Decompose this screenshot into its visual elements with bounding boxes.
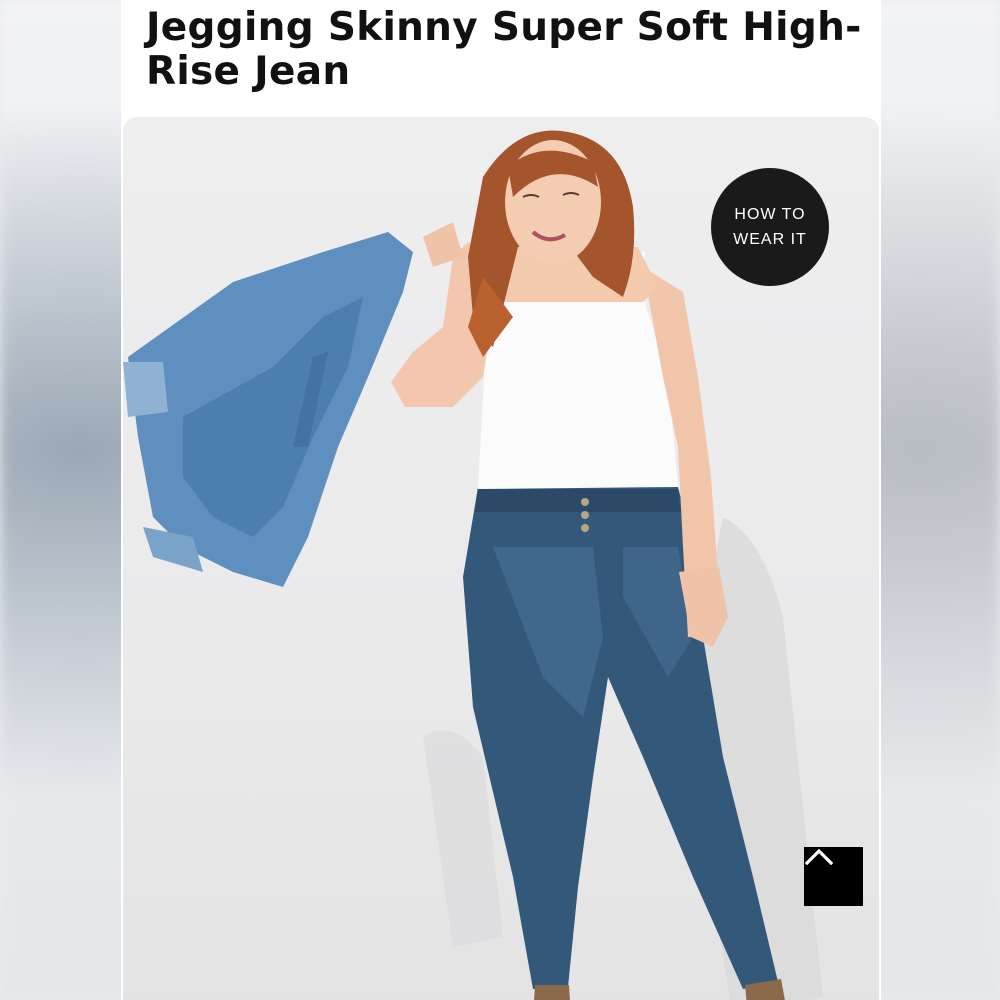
badge-line1: HOW TO [734,206,806,223]
back-to-top-button[interactable] [804,847,863,906]
how-to-wear-it-badge[interactable]: HOW TO WEAR IT [711,168,829,286]
chevron-up-icon [804,848,834,866]
badge-line2: WEAR IT [733,231,807,248]
product-photo[interactable]: HOW TO WEAR IT [123,117,879,1000]
product-title: Jegging Skinny Super Soft High-Rise Jean [146,5,862,94]
product-page: Jegging Skinny Super Soft High-Rise Jean [121,0,881,1000]
